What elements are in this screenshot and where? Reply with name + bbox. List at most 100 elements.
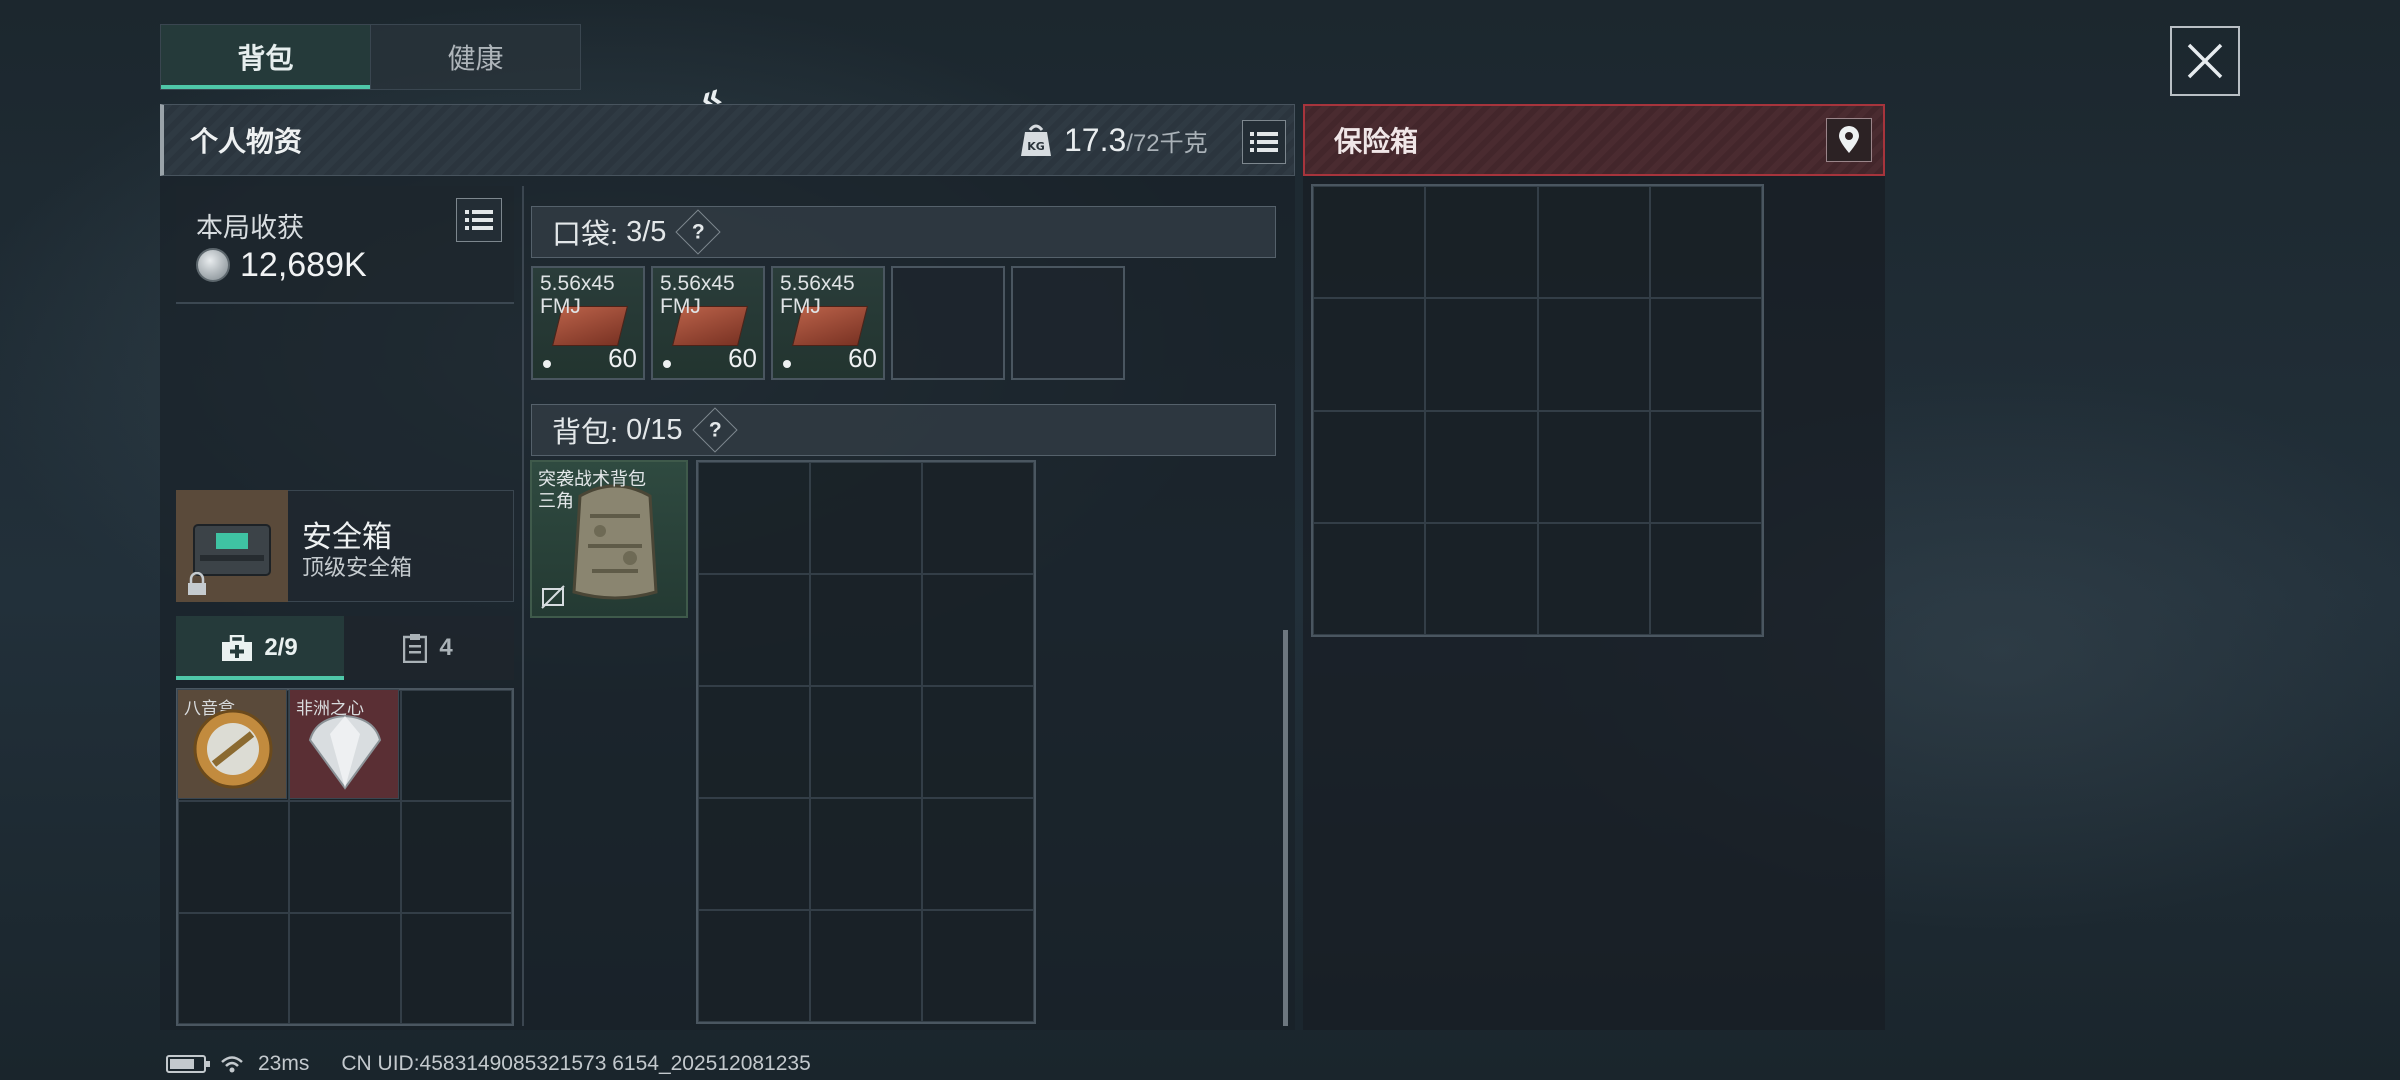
grid-cell[interactable] (922, 574, 1034, 686)
grid-cell[interactable] (1649, 298, 1762, 411)
grid-cell[interactable] (922, 462, 1034, 574)
tab-medkit-container[interactable]: 2/9 (176, 616, 344, 680)
equipped-backpack-slot[interactable]: 突袭战术背包 三角 (530, 460, 688, 618)
weight-current: 17.3 (1064, 122, 1127, 158)
grid-cell[interactable] (698, 574, 810, 686)
loot-value: 12,689K (240, 246, 367, 284)
grid-cell[interactable] (698, 798, 810, 910)
tab-backpack[interactable]: 背包 (161, 25, 370, 89)
grid-cell[interactable] (1537, 410, 1650, 523)
backpack-grid (696, 460, 1036, 1024)
tab-medkit-count: 2/9 (264, 634, 298, 661)
grid-cell[interactable] (1425, 186, 1538, 299)
pocket-slot-5[interactable] (1011, 266, 1125, 380)
no-insurance-icon (541, 585, 565, 609)
grid-cell[interactable] (178, 912, 290, 1024)
wifi-icon (221, 1056, 243, 1073)
tab-health[interactable]: 健康 (370, 25, 580, 89)
grid-cell[interactable] (698, 686, 810, 798)
medkit-icon (222, 635, 253, 661)
backpack-count: 0/15 (626, 413, 683, 446)
grid-cell[interactable] (1537, 298, 1650, 411)
grid-cell[interactable] (810, 574, 922, 686)
backpack-header: 背包: 0/15 ? (531, 404, 1276, 456)
pocket-slot-1[interactable]: 5.56x45 FMJ 60 (531, 266, 645, 380)
close-icon (2187, 43, 2223, 79)
lock-icon (188, 572, 206, 595)
backpack-label: 背包: (552, 417, 619, 449)
insurance-box-grid (1311, 184, 1764, 637)
grid-cell[interactable] (810, 462, 922, 574)
pocket-item-count: 60 (848, 343, 877, 373)
pocket-help-button[interactable]: ? (675, 209, 722, 255)
grid-cell[interactable] (1313, 410, 1426, 523)
sort-list-button[interactable] (1242, 120, 1286, 164)
tab-clipboard-container[interactable]: 4 (344, 616, 512, 680)
loot-label: 本局收获 (196, 213, 304, 243)
music-box-icon (193, 709, 273, 789)
battery-icon (166, 1055, 210, 1073)
safe-box-icon (193, 524, 271, 576)
grid-cell[interactable] (400, 801, 512, 913)
tab-clipboard-count: 4 (439, 634, 453, 661)
clipboard-icon (403, 634, 428, 663)
status-dot (783, 360, 791, 368)
grid-cell[interactable] (400, 690, 512, 802)
container-item-music-box[interactable]: 八音盒 (177, 689, 287, 799)
grid-cell[interactable] (178, 801, 290, 913)
pocket-slot-3[interactable]: 5.56x45 FMJ 60 (771, 266, 885, 380)
grid-cell[interactable] (1425, 410, 1538, 523)
grid-cell[interactable] (1649, 522, 1762, 635)
status-bar: 23ms CN UID:4583149085321573 6154_202512… (166, 1052, 811, 1076)
pocket-slot-2[interactable]: 5.56x45 FMJ 60 (651, 266, 765, 380)
grid-cell[interactable] (698, 910, 810, 1022)
pocket-item-name: 5.56x45 FMJ (780, 272, 855, 318)
grid-cell[interactable] (1313, 298, 1426, 411)
personal-panel-title: 个人物资 (190, 126, 303, 157)
list-icon (465, 210, 493, 230)
grid-cell[interactable] (1425, 522, 1538, 635)
inventory-scrollbar[interactable] (1283, 630, 1288, 1026)
list-icon (1250, 132, 1278, 152)
grid-cell[interactable] (1649, 410, 1762, 523)
loot-list-button[interactable] (456, 198, 502, 242)
pocket-item-name: 5.56x45 FMJ (660, 272, 735, 318)
grid-cell[interactable] (698, 462, 810, 574)
weight-readout: 17.3/72千克 (1064, 122, 1208, 159)
grid-cell[interactable] (1537, 186, 1650, 299)
help-icon: ? (708, 417, 721, 441)
container-item-heart-of-africa[interactable]: 非洲之心 (289, 689, 399, 799)
pocket-slot-4[interactable] (891, 266, 1005, 380)
grid-cell[interactable] (1313, 186, 1426, 299)
help-icon: ? (691, 219, 705, 243)
pocket-header: 口袋: 3/5 ? (531, 206, 1276, 258)
coin-icon (196, 248, 230, 282)
grid-cell[interactable] (810, 910, 922, 1022)
grid-cell[interactable] (810, 798, 922, 910)
grid-cell[interactable] (922, 798, 1034, 910)
svg-text:KG: KG (1027, 140, 1045, 153)
insurance-box-title: 保险箱 (1334, 126, 1419, 157)
weight-icon: KG (1021, 124, 1051, 156)
grid-cell[interactable] (289, 801, 401, 913)
grid-cell[interactable] (1313, 522, 1426, 635)
diamond-icon (308, 714, 382, 790)
pocket-count: 3/5 (626, 215, 667, 248)
grid-cell[interactable] (922, 910, 1034, 1022)
grid-cell[interactable] (289, 912, 401, 1024)
pocket-item-name: 5.56x45 FMJ (540, 272, 615, 318)
status-dot (543, 360, 551, 368)
backpack-help-button[interactable]: ? (691, 407, 738, 453)
container-tab-bar: 2/9 4 (176, 616, 514, 680)
grid-cell[interactable] (810, 686, 922, 798)
grid-cell[interactable] (922, 686, 1034, 798)
grid-cell[interactable] (1537, 522, 1650, 635)
grid-cell[interactable] (400, 912, 512, 1024)
grid-cell[interactable] (1649, 186, 1762, 299)
locate-button[interactable] (1826, 118, 1872, 162)
pocket-item-count: 60 (608, 343, 637, 373)
top-tab-bar: 背包 健康 (160, 24, 581, 90)
grid-cell[interactable] (1425, 298, 1538, 411)
status-dot (663, 360, 671, 368)
close-button[interactable] (2170, 26, 2240, 96)
